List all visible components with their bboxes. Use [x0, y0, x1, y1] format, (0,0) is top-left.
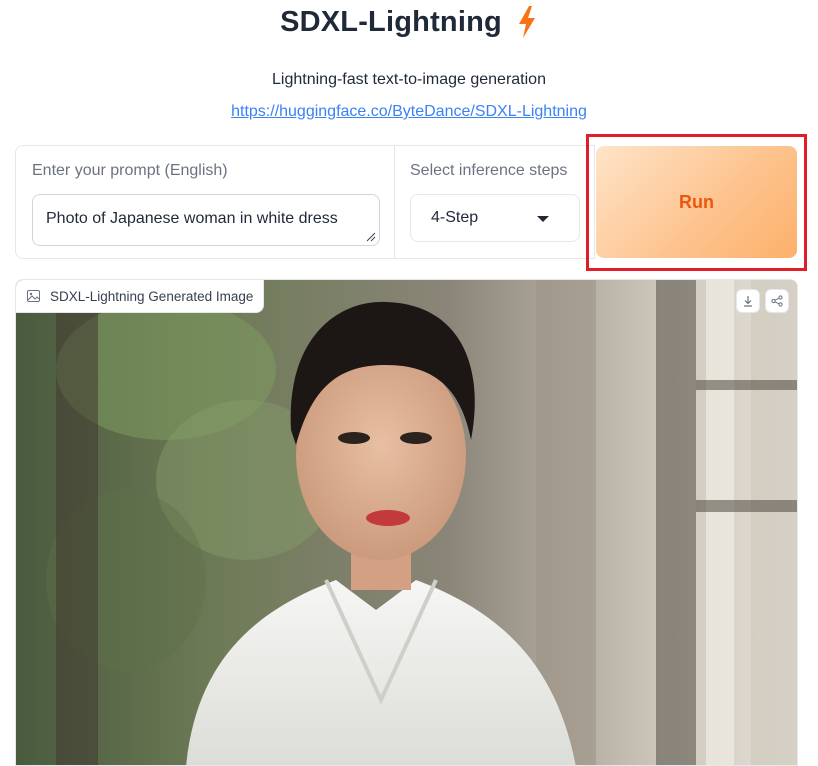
prompt-input[interactable]: Photo of Japanese woman in white dress	[32, 194, 380, 246]
generated-image	[16, 280, 797, 765]
model-link-container: https://huggingface.co/ByteDance/SDXL-Li…	[0, 103, 818, 121]
steps-dropdown[interactable]: 4-Step	[410, 194, 580, 242]
share-icon	[771, 295, 783, 307]
chevron-down-icon	[537, 216, 549, 222]
run-button[interactable]: Run	[596, 146, 797, 258]
resize-handle-icon[interactable]	[366, 232, 376, 242]
image-label-text: SDXL-Lightning Generated Image	[50, 288, 254, 304]
image-icon	[27, 290, 40, 302]
download-button[interactable]	[736, 289, 760, 313]
steps-selected-value: 4-Step	[431, 209, 479, 226]
lightning-bolt-icon	[518, 6, 535, 38]
image-label: SDXL-Lightning Generated Image	[16, 280, 265, 313]
run-button-label: Run	[679, 191, 714, 212]
download-icon	[744, 296, 752, 307]
steps-panel: Select inference steps 4-Step	[395, 145, 595, 259]
app-header: SDXL-Lightning	[0, 0, 818, 44]
model-link[interactable]: https://huggingface.co/ByteDance/SDXL-Li…	[231, 103, 587, 120]
prompt-value: Photo of Japanese woman in white dress	[46, 210, 338, 227]
controls-row: Enter your prompt (English) Photo of Jap…	[15, 145, 798, 259]
steps-label: Select inference steps	[410, 162, 568, 179]
prompt-label: Enter your prompt (English)	[32, 162, 228, 179]
share-button[interactable]	[765, 289, 789, 313]
prompt-panel: Enter your prompt (English) Photo of Jap…	[15, 145, 395, 259]
generated-image-panel: SDXL-Lightning Generated Image	[15, 279, 798, 766]
page-title: SDXL-Lightning	[280, 5, 502, 38]
page-subtitle: Lightning-fast text-to-image generation	[272, 71, 546, 88]
